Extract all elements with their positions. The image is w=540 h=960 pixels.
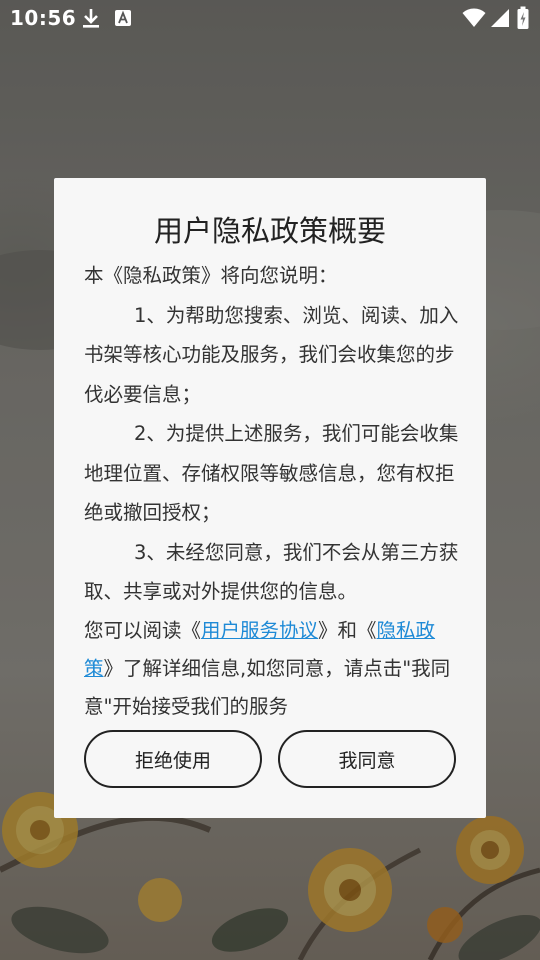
wifi-icon (462, 8, 486, 32)
refuse-button[interactable]: 拒绝使用 (84, 730, 262, 788)
policy-item-3: 3、未经您同意，我们不会从第三方获取、共享或对外提供您的信息。 (84, 540, 459, 604)
battery-charging-icon (517, 6, 529, 34)
consent-notice: 您可以阅读《用户服务协议》和《隐私政策》了解详细信息,如您同意，请点击"我同意"… (84, 612, 464, 726)
policy-intro: 本《隐私政策》将向您说明： (84, 264, 338, 287)
agree-button[interactable]: 我同意 (278, 730, 456, 788)
notice-middle: 》和《 (318, 618, 377, 642)
status-bar: 10:56 (0, 0, 540, 36)
cellular-signal-icon (490, 8, 510, 32)
dialog-body: 本《隐私政策》将向您说明： 1、为帮助您搜索、浏览、阅读、加入书架等核心功能及服… (84, 256, 464, 726)
notice-prefix: 您可以阅读《 (84, 618, 202, 642)
dialog-title: 用户隐私政策概要 (153, 214, 386, 248)
privacy-dialog: 用户隐私政策概要 本《隐私政策》将向您说明： 1、为帮助您搜索、浏览、阅读、加入… (54, 178, 486, 818)
user-agreement-link[interactable]: 用户服务协议 (201, 619, 318, 642)
policy-item-2: 2、为提供上述服务，我们可能会收集地理位置、存储权限等敏感信息，您有权拒绝或撤回… (84, 422, 459, 524)
keyboard-a-icon (114, 9, 132, 31)
download-icon (80, 7, 102, 33)
status-clock: 10:56 (10, 6, 77, 30)
notice-suffix: 》了解详细信息,如您同意，请点击"我同意"开始接受我们的服务 (84, 656, 451, 718)
policy-item-1: 1、为帮助您搜索、浏览、阅读、加入书架等核心功能及服务，我们会收集您的步伐必要信… (84, 303, 459, 406)
